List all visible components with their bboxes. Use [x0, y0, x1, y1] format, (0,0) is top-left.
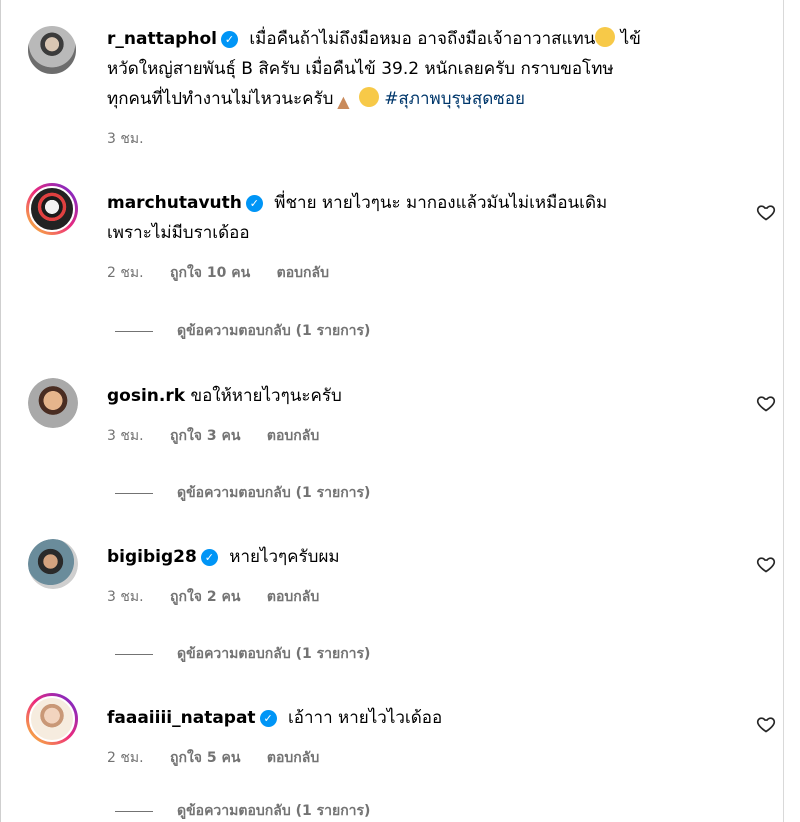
verified-badge-icon: ✓	[200, 549, 218, 566]
replies-divider	[115, 810, 153, 812]
post-time[interactable]: 3 ชม.	[107, 131, 144, 147]
comment-avatar[interactable]	[26, 693, 78, 745]
comment-username[interactable]: bigibig28	[107, 547, 197, 567]
comment-likes[interactable]: ถูกใจ 2 คน	[170, 589, 240, 605]
replies-divider	[115, 653, 153, 655]
hashtag-link[interactable]: #สุภาพบุรุษสุดซอย	[384, 89, 525, 109]
replies-divider	[115, 330, 153, 332]
post-meta: 3 ชม.	[107, 128, 767, 150]
view-replies-label: ดูข้อความตอบกลับ (1 รายการ)	[177, 485, 371, 501]
post-caption: r_nattaphol ✓ เมื่อคืนถ้าไม่ถึงมือหมอ อาจ…	[107, 24, 767, 150]
view-replies-label: ดูข้อความตอบกลับ (1 รายการ)	[177, 323, 371, 339]
window-left-border	[0, 0, 1, 822]
comment-text: เอ้าาา หายไวไวเด้ออ	[287, 708, 443, 728]
comment-item: gosin.rk ขอให้หายไวๆนะครับ 3 ชม. ถูกใจ 3…	[107, 381, 727, 447]
grinning-sweat-emoji-icon	[595, 27, 616, 47]
heart-icon[interactable]	[756, 393, 776, 413]
verified-badge-icon: ✓	[259, 710, 277, 727]
folded-hands-emoji-icon: ▲	[337, 92, 350, 111]
replies-divider	[115, 492, 153, 494]
caption-line3: ทุกคนที่ไปทำงานไม่ไหวนะครับ	[107, 89, 334, 109]
view-replies-button[interactable]: ดูข้อความตอบกลับ (1 รายการ)	[115, 482, 370, 504]
disappointed-emoji-icon	[358, 87, 379, 107]
view-replies-label: ดูข้อความตอบกลับ (1 รายการ)	[177, 646, 371, 662]
heart-icon[interactable]	[756, 714, 776, 734]
caption-line2: หวัดใหญ่สายพันธุ์ B สิครับ เมื่อคืนไข้ 3…	[107, 59, 614, 79]
comment-time[interactable]: 3 ชม.	[107, 589, 144, 605]
reply-button[interactable]: ตอบกลับ	[267, 589, 319, 605]
reply-button[interactable]: ตอบกลับ	[267, 428, 319, 444]
heart-icon[interactable]	[756, 554, 776, 574]
comment-time[interactable]: 3 ชม.	[107, 428, 144, 444]
comment-text: ขอให้หายไวๆนะครับ	[190, 386, 342, 406]
comment-avatar[interactable]	[28, 378, 78, 428]
post-caption-avatar[interactable]	[26, 24, 78, 76]
verified-badge-icon: ✓	[245, 195, 263, 212]
comment-time[interactable]: 2 ชม.	[107, 750, 144, 766]
comment-likes[interactable]: ถูกใจ 5 คน	[170, 750, 240, 766]
comment-item: marchutavuth ✓ พี่ชาย หายไวๆนะ มากองแล้วม…	[107, 188, 727, 284]
view-replies-button[interactable]: ดูข้อความตอบกลับ (1 รายการ)	[115, 320, 370, 342]
post-username[interactable]: r_nattaphol	[107, 29, 217, 49]
comment-username[interactable]: marchutavuth	[107, 193, 242, 213]
caption-line1-end: ไข้	[615, 29, 641, 49]
comment-username[interactable]: gosin.rk	[107, 386, 185, 406]
reply-button[interactable]: ตอบกลับ	[267, 750, 319, 766]
comment-text: เพราะไม่มีบราเด้ออ	[107, 223, 250, 243]
comment-time[interactable]: 2 ชม.	[107, 265, 144, 281]
comment-likes[interactable]: ถูกใจ 10 คน	[170, 265, 250, 281]
caption-line1: เมื่อคืนถ้าไม่ถึงมือหมอ อาจถึงมือเจ้าอาว…	[249, 29, 596, 49]
comment-likes[interactable]: ถูกใจ 3 คน	[170, 428, 240, 444]
heart-icon[interactable]	[756, 202, 776, 222]
view-replies-label: ดูข้อความตอบกลับ (1 รายการ)	[177, 803, 371, 819]
scrollbar-track[interactable]	[783, 0, 800, 822]
comment-avatar[interactable]	[26, 183, 78, 235]
comment-avatar[interactable]	[28, 539, 78, 589]
view-replies-button[interactable]: ดูข้อความตอบกลับ (1 รายการ)	[115, 800, 370, 822]
comment-username[interactable]: faaaiiii_natapat	[107, 708, 256, 728]
verified-badge-icon: ✓	[220, 31, 238, 48]
comment-text: พี่ชาย หายไวๆนะ มากองแล้วมันไม่เหมือนเดิ…	[274, 193, 608, 213]
reply-button[interactable]: ตอบกลับ	[277, 265, 329, 281]
comment-item: bigibig28 ✓ หายไวๆครับผม 3 ชม. ถูกใจ 2 คน…	[107, 542, 727, 608]
view-replies-button[interactable]: ดูข้อความตอบกลับ (1 รายการ)	[115, 643, 370, 665]
comment-item: faaaiiii_natapat ✓ เอ้าาา หายไวไวเด้ออ 2 …	[107, 703, 727, 769]
comment-text: หายไวๆครับผม	[229, 547, 340, 567]
